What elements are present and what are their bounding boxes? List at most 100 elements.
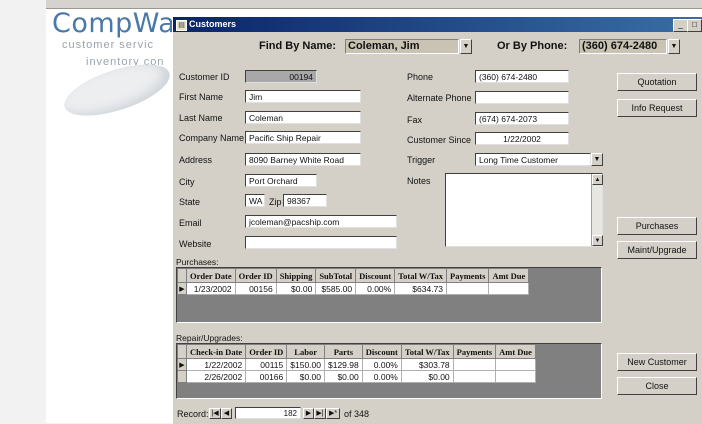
table-cell[interactable]: $0.00 xyxy=(286,370,325,383)
first-name-field[interactable]: Jim xyxy=(245,90,361,103)
repair-upgrades-label: Repair/Upgrades: xyxy=(176,333,243,343)
phone-field[interactable]: (360) 674-2480 xyxy=(475,70,569,83)
column-header[interactable]: Total W/Tax xyxy=(400,344,454,359)
address-label: Address xyxy=(179,155,213,165)
repair-upgrades-grid[interactable]: Check-in Date Order ID Labor Parts Disco… xyxy=(176,343,602,399)
column-header[interactable]: Amt Due xyxy=(488,268,530,283)
table-cell[interactable]: 0.00% xyxy=(355,282,396,295)
window-title: Customers xyxy=(189,19,237,29)
trigger-select[interactable]: Long Time Customer xyxy=(475,153,591,166)
company-name-field[interactable]: Pacific Ship Repair xyxy=(245,131,361,144)
column-header[interactable]: Total W/Tax xyxy=(394,268,448,283)
last-name-field[interactable]: Coleman xyxy=(245,111,361,124)
customer-id-field: 00194 xyxy=(245,70,317,83)
table-cell[interactable]: $0.00 xyxy=(275,282,317,295)
table-cell[interactable]: 1/22/2002 xyxy=(185,358,247,371)
alternate-phone-label: Alternate Phone xyxy=(407,93,472,103)
table-cell[interactable]: 0.00% xyxy=(361,358,402,371)
chevron-down-icon[interactable]: ▼ xyxy=(460,39,472,54)
table-cell[interactable] xyxy=(495,370,536,383)
close-button[interactable]: Close xyxy=(617,377,697,395)
table-cell[interactable] xyxy=(488,282,530,295)
row-marker-icon[interactable]: ▶ xyxy=(177,358,187,371)
fax-field[interactable]: (674) 674-2073 xyxy=(475,112,569,125)
notes-scrollbar[interactable]: ▲ ▼ xyxy=(591,174,603,246)
table-cell[interactable] xyxy=(452,358,497,371)
table-cell[interactable]: 00115 xyxy=(245,358,288,371)
purchases-button[interactable]: Purchases xyxy=(617,217,697,235)
maximize-button[interactable]: □ xyxy=(687,19,702,32)
next-record-icon[interactable]: ▶ xyxy=(303,408,314,419)
table-row[interactable]: 2/26/2002 00166 $0.00 $0.00 0.00% $0.00 xyxy=(177,370,536,383)
chevron-down-icon[interactable]: ▼ xyxy=(668,39,680,54)
column-header[interactable]: Payments xyxy=(452,344,497,359)
table-cell[interactable]: $0.00 xyxy=(324,370,363,383)
new-record-icon[interactable]: ▶* xyxy=(326,408,340,419)
table-cell[interactable]: $0.00 xyxy=(400,370,454,383)
column-header[interactable]: Labor xyxy=(286,344,325,359)
email-field[interactable]: jcoleman@pacship.com xyxy=(245,215,397,228)
table-cell[interactable] xyxy=(452,370,497,383)
row-marker-icon[interactable]: ▶ xyxy=(177,282,187,295)
column-header[interactable]: Order ID xyxy=(245,344,288,359)
customer-id-label: Customer ID xyxy=(179,72,230,82)
chevron-down-icon[interactable]: ▼ xyxy=(591,153,603,166)
notes-label: Notes xyxy=(407,176,431,186)
column-header[interactable]: Check-in Date xyxy=(185,344,247,359)
zip-field[interactable]: 98367 xyxy=(283,194,327,207)
repair-upgrades-table: Check-in Date Order ID Labor Parts Disco… xyxy=(177,344,536,383)
first-record-icon[interactable]: |◀ xyxy=(209,408,221,419)
column-header[interactable]: Payments xyxy=(446,268,490,283)
website-field[interactable] xyxy=(245,236,397,249)
table-cell[interactable] xyxy=(446,282,490,295)
scroll-up-icon[interactable]: ▲ xyxy=(592,174,603,185)
table-row[interactable]: ▶ 1/23/2002 00156 $0.00 $585.00 0.00% $6… xyxy=(177,282,530,295)
table-cell[interactable]: 0.00% xyxy=(361,370,402,383)
table-cell[interactable]: 2/26/2002 xyxy=(185,370,247,383)
find-by-name-label: Find By Name: xyxy=(259,40,337,52)
address-field[interactable]: 8090 Barney White Road xyxy=(245,153,361,166)
table-row[interactable]: ▶ 1/22/2002 00115 $150.00 $129.98 0.00% … xyxy=(177,358,536,371)
column-header[interactable]: Parts xyxy=(324,344,363,359)
quotation-button[interactable]: Quotation xyxy=(617,73,697,91)
table-cell[interactable]: $303.78 xyxy=(400,358,454,371)
table-cell[interactable]: $129.98 xyxy=(324,358,363,371)
column-header[interactable]: Discount xyxy=(355,268,396,283)
purchases-grid[interactable]: Order Date Order ID Shipping SubTotal Di… xyxy=(176,267,602,323)
table-cell[interactable]: 00166 xyxy=(245,370,288,383)
minimize-button[interactable]: _ xyxy=(673,19,688,32)
table-cell[interactable]: 00156 xyxy=(234,282,277,295)
table-cell[interactable]: $150.00 xyxy=(286,358,325,371)
column-header[interactable]: Amt Due xyxy=(495,344,536,359)
column-header[interactable]: Discount xyxy=(361,344,402,359)
trigger-label: Trigger xyxy=(407,155,436,165)
city-field[interactable]: Port Orchard xyxy=(245,174,317,187)
table-cell[interactable]: $634.73 xyxy=(394,282,448,295)
table-cell[interactable]: $585.00 xyxy=(315,282,357,295)
title-bar[interactable]: ▤ Customers _ □ xyxy=(173,17,702,32)
state-field[interactable]: WA xyxy=(245,194,265,207)
find-by-name-combo[interactable]: Coleman, Jim xyxy=(345,39,459,54)
customer-since-field[interactable]: 1/22/2002 xyxy=(475,132,569,145)
alternate-phone-field[interactable] xyxy=(475,91,569,104)
row-selector[interactable] xyxy=(177,370,187,383)
find-by-phone-combo[interactable]: (360) 674-2480 xyxy=(579,39,667,54)
info-request-button[interactable]: Info Request xyxy=(617,99,697,117)
table-cell[interactable] xyxy=(495,358,536,371)
scroll-down-icon[interactable]: ▼ xyxy=(592,235,603,246)
last-record-icon[interactable]: ▶| xyxy=(314,408,326,419)
previous-record-icon[interactable]: ◀ xyxy=(221,408,232,419)
table-cell[interactable]: 1/23/2002 xyxy=(186,282,236,295)
table-header-row: Order Date Order ID Shipping SubTotal Di… xyxy=(177,268,530,283)
city-label: City xyxy=(179,177,195,187)
maint-upgrade-button[interactable]: Maint/Upgrade xyxy=(617,241,697,259)
logo-tagline: customer servic xyxy=(62,39,155,51)
record-number-field[interactable]: 182 xyxy=(235,407,301,419)
column-header[interactable]: Order Date xyxy=(186,268,236,283)
column-header[interactable]: Order ID xyxy=(234,268,277,283)
column-header[interactable]: Shipping xyxy=(275,268,317,283)
column-header[interactable]: SubTotal xyxy=(315,268,357,283)
notes-textarea[interactable] xyxy=(445,173,603,247)
new-customer-button[interactable]: New Customer xyxy=(617,353,697,371)
record-label: Record: xyxy=(177,409,209,419)
